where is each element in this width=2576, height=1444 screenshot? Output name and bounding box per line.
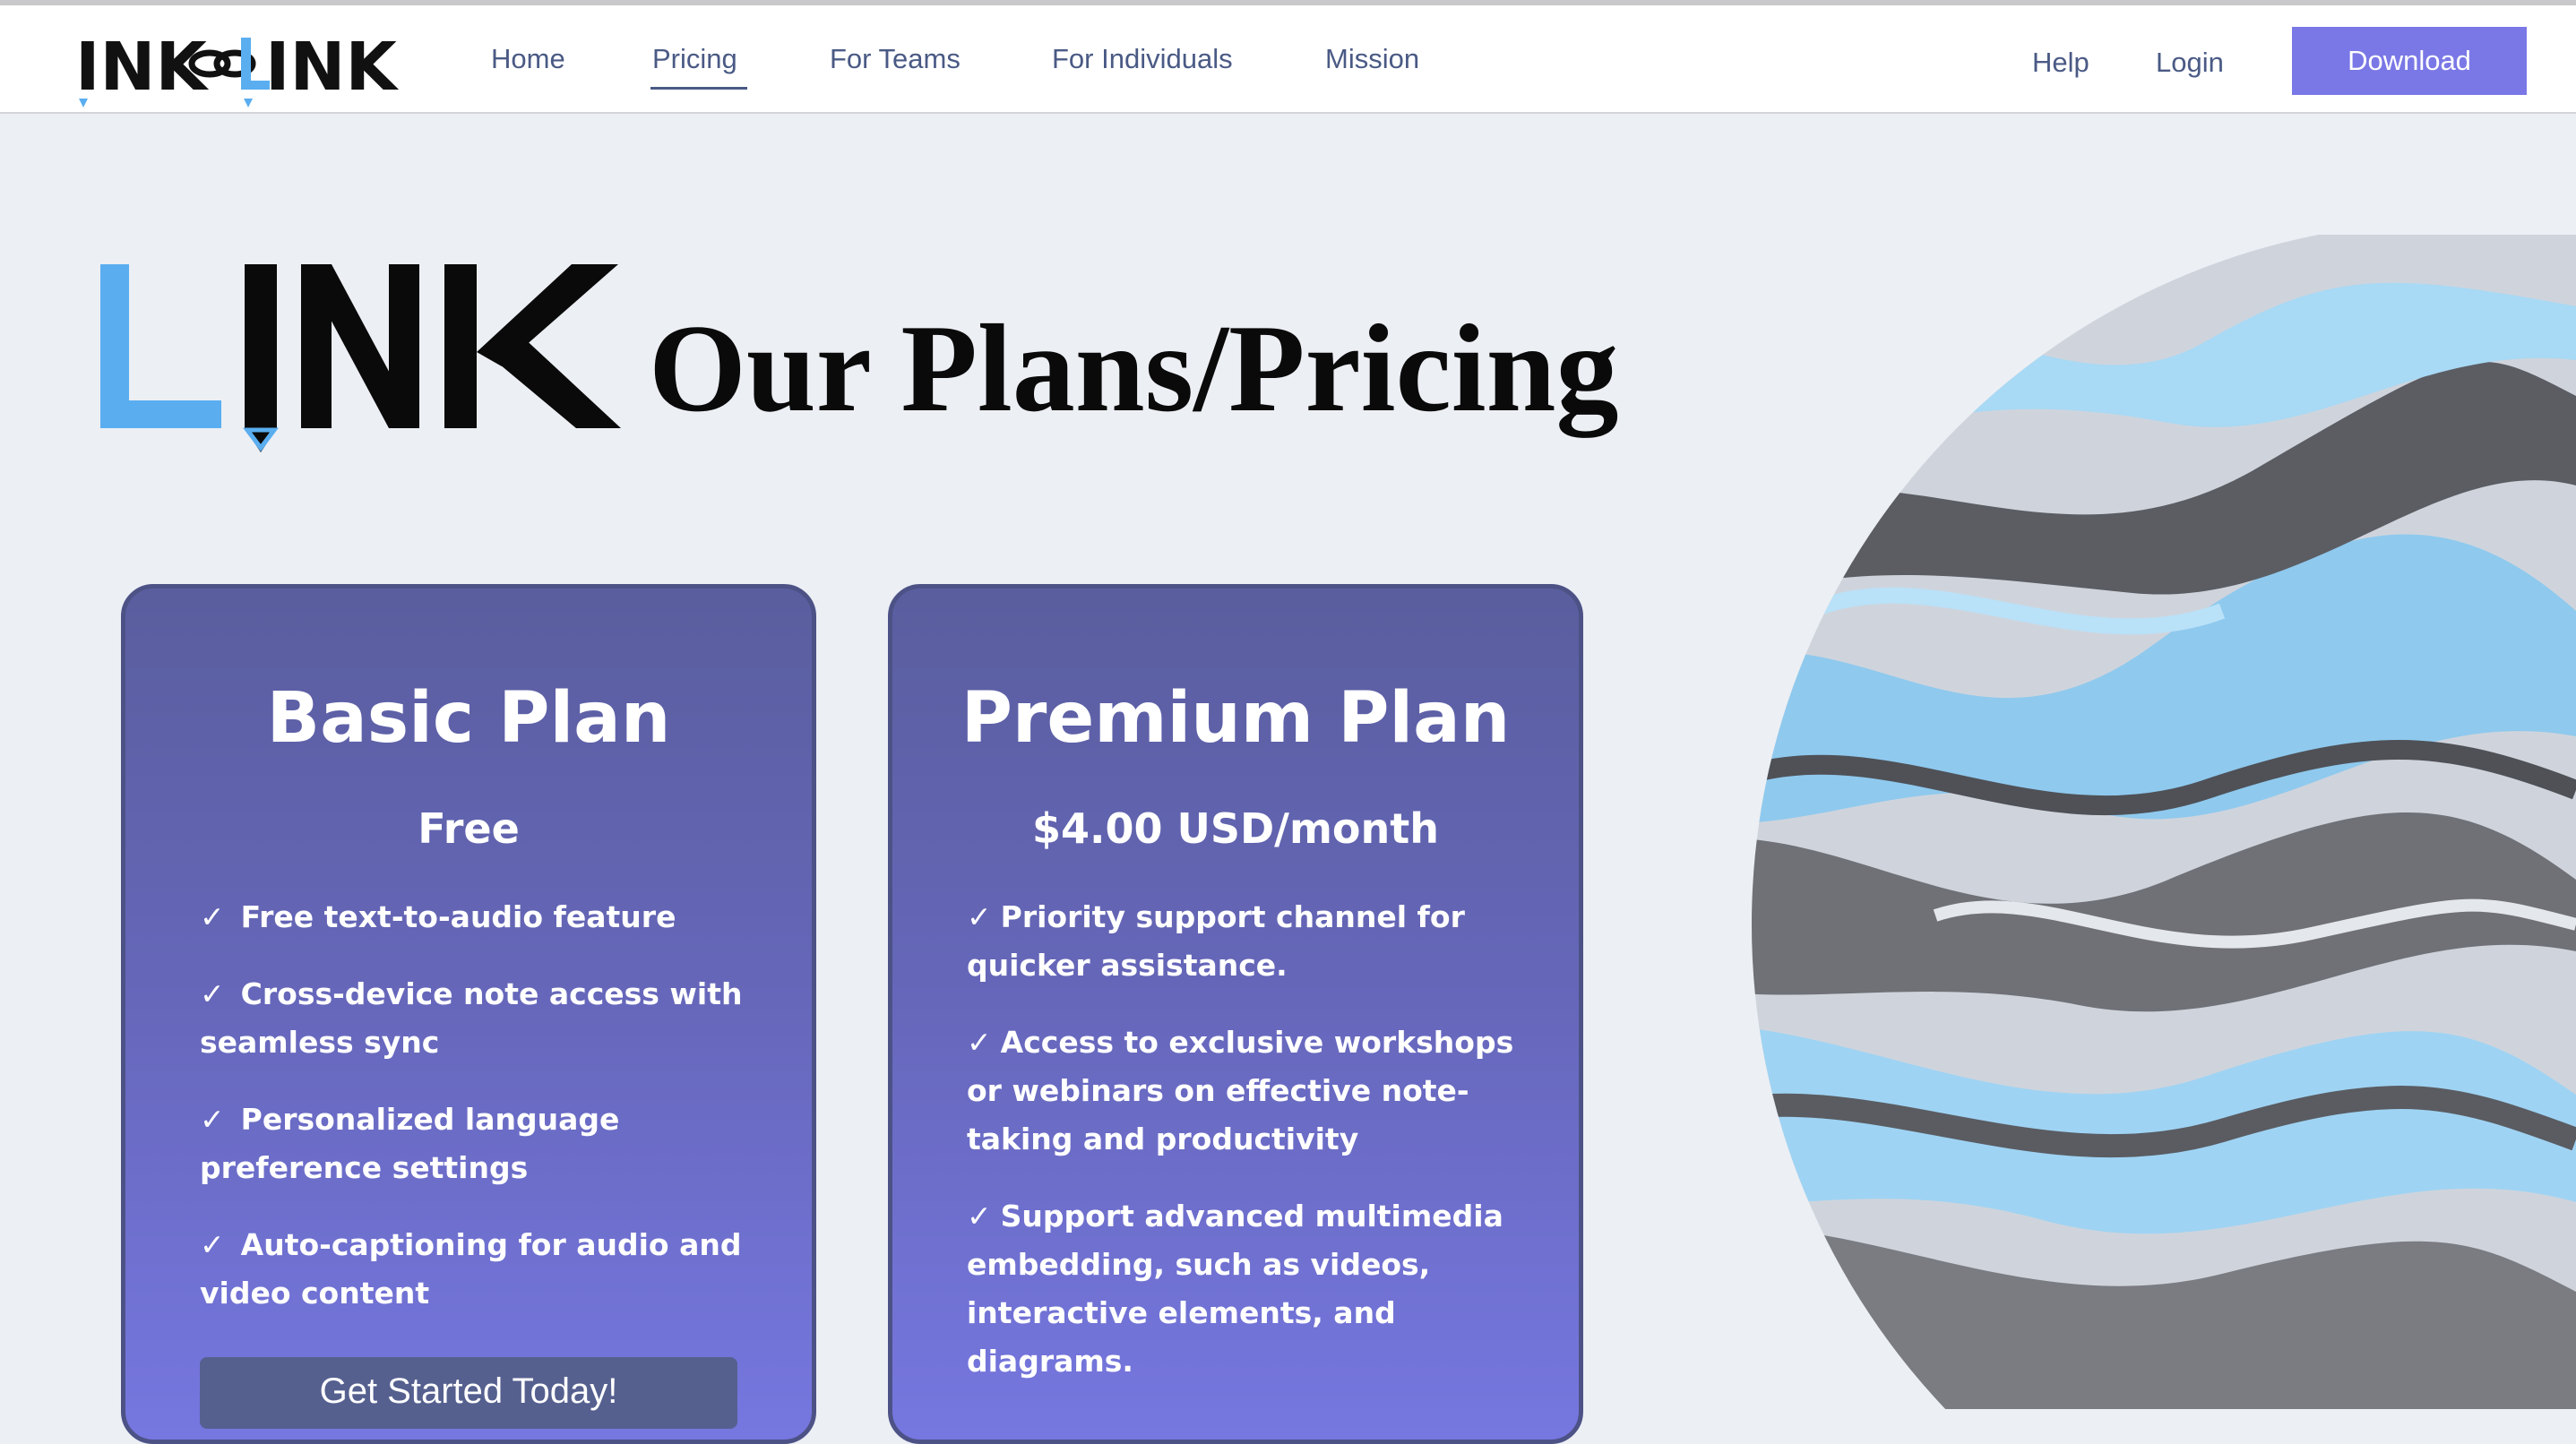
plan-feature-list: ✓ Free text-to-audio feature ✓ Cross-devic… — [200, 893, 764, 1346]
check-icon: ✓ — [200, 976, 225, 1011]
check-icon: ✓ — [200, 1102, 225, 1137]
logo-mark-icon: INK INK — [75, 29, 399, 107]
nav-home[interactable]: Home — [491, 41, 565, 77]
download-button[interactable]: Download — [2292, 27, 2527, 95]
feature-text: Cross-device note access with seamless s… — [200, 976, 743, 1060]
marble-decoration-image — [1577, 235, 2576, 1409]
svg-text:INK: INK — [75, 29, 209, 106]
feature-text: Access to exclusive workshops or webinar… — [967, 1025, 1514, 1156]
check-icon: ✓ — [200, 899, 225, 934]
check-icon: ✓ — [967, 899, 992, 934]
nav-pricing[interactable]: Pricing — [652, 41, 737, 77]
link-hero-logo — [97, 255, 634, 457]
marble-swirl-icon — [1752, 235, 2576, 1409]
feature-item: ✓ Support advanced multimedia embedding, … — [967, 1192, 1531, 1386]
feature-item: ✓ Priority support channel for quicker as… — [967, 893, 1531, 990]
nav-help[interactable]: Help — [2032, 45, 2089, 81]
nav-for-individuals[interactable]: For Individuals — [1052, 41, 1233, 77]
basic-plan-card: Basic Plan Free ✓ Free text-to-audio feat… — [121, 584, 816, 1444]
plan-name: Basic Plan — [266, 678, 671, 759]
feature-item: ✓ Cross-device note access with seamless … — [200, 970, 764, 1067]
feature-text: Auto-captioning for audio and video cont… — [200, 1227, 742, 1311]
plan-price: Free — [418, 804, 520, 853]
nav-mission[interactable]: Mission — [1325, 41, 1419, 77]
check-icon: ✓ — [967, 1025, 992, 1060]
link-logo-icon — [100, 264, 621, 452]
ink-link-logo[interactable]: INK INK — [75, 25, 407, 109]
svg-text:INK: INK — [265, 29, 399, 106]
get-started-button[interactable]: Get Started Today! — [200, 1357, 737, 1429]
feature-text: Personalized language preference setting… — [200, 1102, 620, 1185]
feature-item: ✓ Auto-captioning for audio and video con… — [200, 1221, 764, 1318]
feature-text: Support advanced multimedia embedding, s… — [967, 1199, 1503, 1379]
active-nav-underline — [650, 87, 747, 90]
feature-text: Free text-to-audio feature — [240, 899, 676, 934]
page-title: Our Plans/Pricing — [649, 299, 1619, 438]
feature-item: ✓ Free text-to-audio feature — [200, 893, 764, 941]
feature-item: ✓ Access to exclusive workshops or webina… — [967, 1019, 1531, 1164]
plan-name: Premium Plan — [961, 678, 1511, 759]
plan-feature-list: ✓ Priority support channel for quicker as… — [967, 893, 1531, 1414]
top-navigation-bar: INK INK Home Pricing For Teams For Indiv… — [0, 5, 2576, 114]
check-icon: ✓ — [967, 1199, 992, 1233]
premium-plan-card: Premium Plan $4.00 USD/month ✓ Priority s… — [888, 584, 1583, 1444]
check-icon: ✓ — [200, 1227, 225, 1262]
plan-price: $4.00 USD/month — [1031, 804, 1439, 853]
nav-login[interactable]: Login — [2156, 45, 2224, 81]
feature-item: ✓ Personalized language preference settin… — [200, 1096, 764, 1192]
feature-text: Priority support channel for quicker ass… — [967, 899, 1465, 983]
nav-for-teams[interactable]: For Teams — [830, 41, 961, 77]
